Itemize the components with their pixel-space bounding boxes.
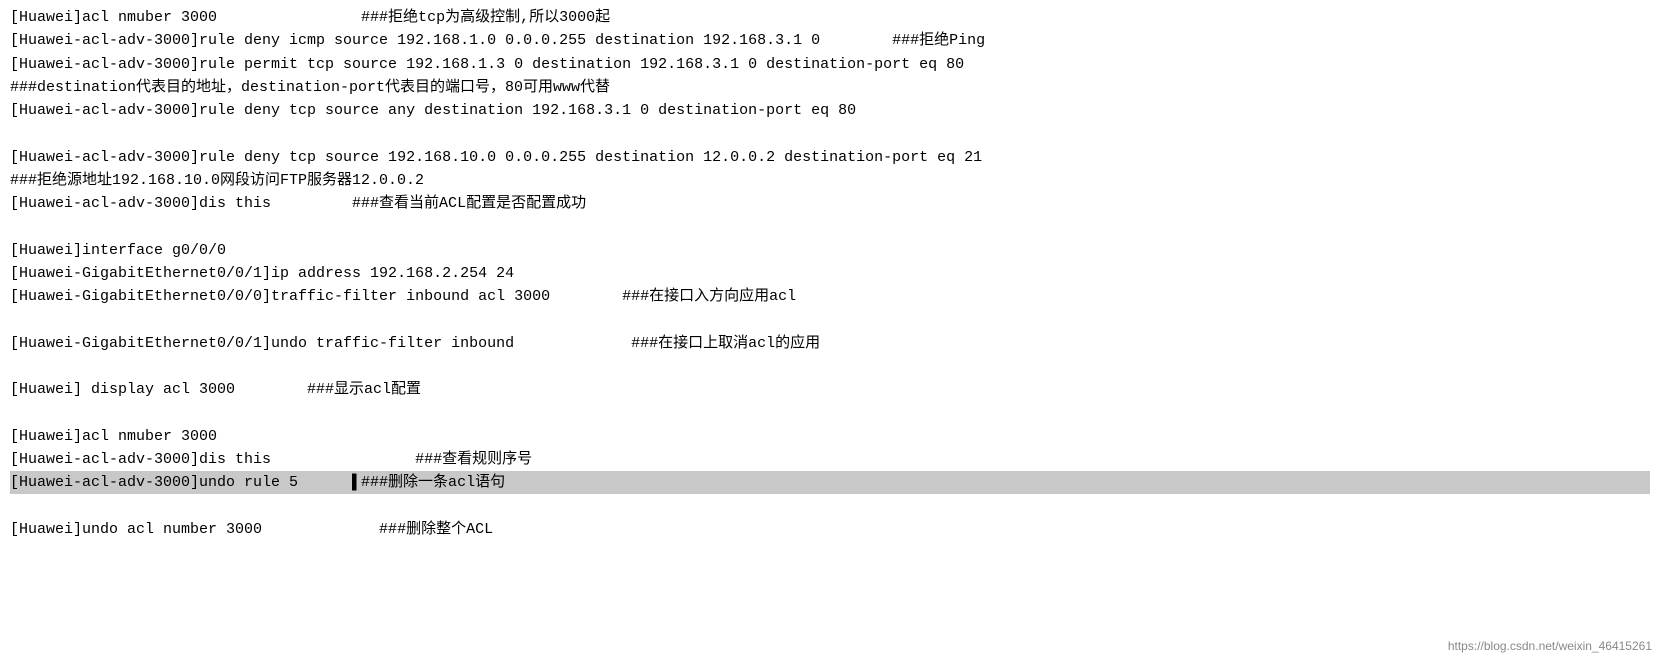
code-line: [Huawei]acl nmuber 3000 [10,425,1650,448]
code-line: [Huawei-acl-adv-3000]rule permit tcp sou… [10,53,1650,76]
code-line: [Huawei-acl-adv-3000]rule deny tcp sourc… [10,146,1650,169]
code-line: [Huawei-acl-adv-3000]dis this ###查看当前ACL… [10,192,1650,215]
code-line: [Huawei-GigabitEthernet0/0/0]traffic-fil… [10,285,1650,308]
code-line: [Huawei-acl-adv-3000]rule deny tcp sourc… [10,99,1650,122]
code-line: [Huawei-acl-adv-3000]rule deny icmp sour… [10,29,1650,52]
empty-line [10,215,1650,238]
code-line: [Huawei-GigabitEthernet0/0/1]undo traffi… [10,332,1650,355]
code-line: [Huawei-GigabitEthernet0/0/1]ip address … [10,262,1650,285]
terminal-container: [Huawei]acl nmuber 3000 ###拒绝tcp为高级控制,所以… [0,0,1660,657]
code-line: [Huawei]acl nmuber 3000 ###拒绝tcp为高级控制,所以… [10,6,1650,29]
highlighted-code-line: [Huawei-acl-adv-3000]undo rule 5 ▌###删除一… [10,471,1650,494]
code-line: ###拒绝源地址192.168.10.0网段访问FTP服务器12.0.0.2 [10,169,1650,192]
empty-line [10,401,1650,424]
empty-line [10,122,1650,145]
code-line: [Huawei]interface g0/0/0 [10,239,1650,262]
watermark: https://blog.csdn.net/weixin_46415261 [1448,639,1652,653]
empty-line [10,355,1650,378]
code-line: [Huawei]undo acl number 3000 ###删除整个ACL [10,518,1650,541]
code-line: [Huawei-acl-adv-3000]dis this ###查看规则序号 [10,448,1650,471]
code-line: [Huawei] display acl 3000 ###显示acl配置 [10,378,1650,401]
code-block: [Huawei]acl nmuber 3000 ###拒绝tcp为高级控制,所以… [10,6,1650,541]
code-line: ###destination代表目的地址，destination-port代表目… [10,76,1650,99]
empty-line [10,494,1650,517]
empty-line [10,308,1650,331]
